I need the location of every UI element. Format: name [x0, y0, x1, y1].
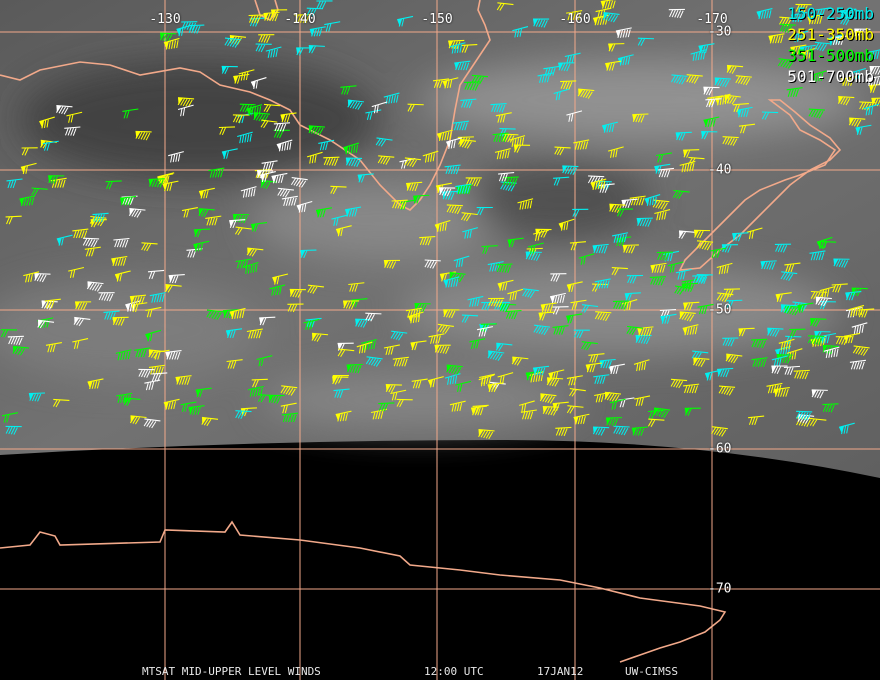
footer-time: 12:00 UTC — [424, 665, 484, 678]
footer-date: 17JAN12 — [537, 665, 584, 678]
footer-source: UW-CIMSS — [625, 665, 678, 678]
footer-product: MTSAT MID-UPPER LEVEL WINDS — [142, 665, 321, 678]
satellite-wind-map — [0, 0, 880, 680]
latitude-label: -70 — [708, 581, 732, 597]
wind-map: -130 -140 -150 -160 -170 -30 -40 -50 -60 -70 150… — [0, 0, 880, 680]
longitude-label: -160 — [559, 12, 591, 27]
legend-item-251-350: 251-350mb — [787, 25, 874, 44]
antarctica-coastline — [0, 520, 727, 663]
footer-caption: MTSAT MID-UPPER LEVEL WINDS 12:00 UTC 17… — [0, 665, 880, 679]
pressure-level-legend: 150-250mb 251-350mb 351-500mb 501-700mb — [787, 3, 874, 87]
legend-item-501-700: 501-700mb — [787, 67, 874, 86]
legend-item-351-500: 351-500mb — [787, 46, 874, 65]
longitude-label: -150 — [421, 12, 453, 27]
latitude-label: -30 — [708, 24, 732, 40]
longitude-label: -140 — [284, 12, 316, 27]
latitude-label: -50 — [708, 302, 732, 318]
latitude-label: -40 — [708, 162, 732, 178]
legend-item-150-250: 150-250mb — [787, 4, 874, 23]
latitude-label: -60 — [708, 441, 732, 457]
longitude-label: -130 — [149, 12, 181, 27]
